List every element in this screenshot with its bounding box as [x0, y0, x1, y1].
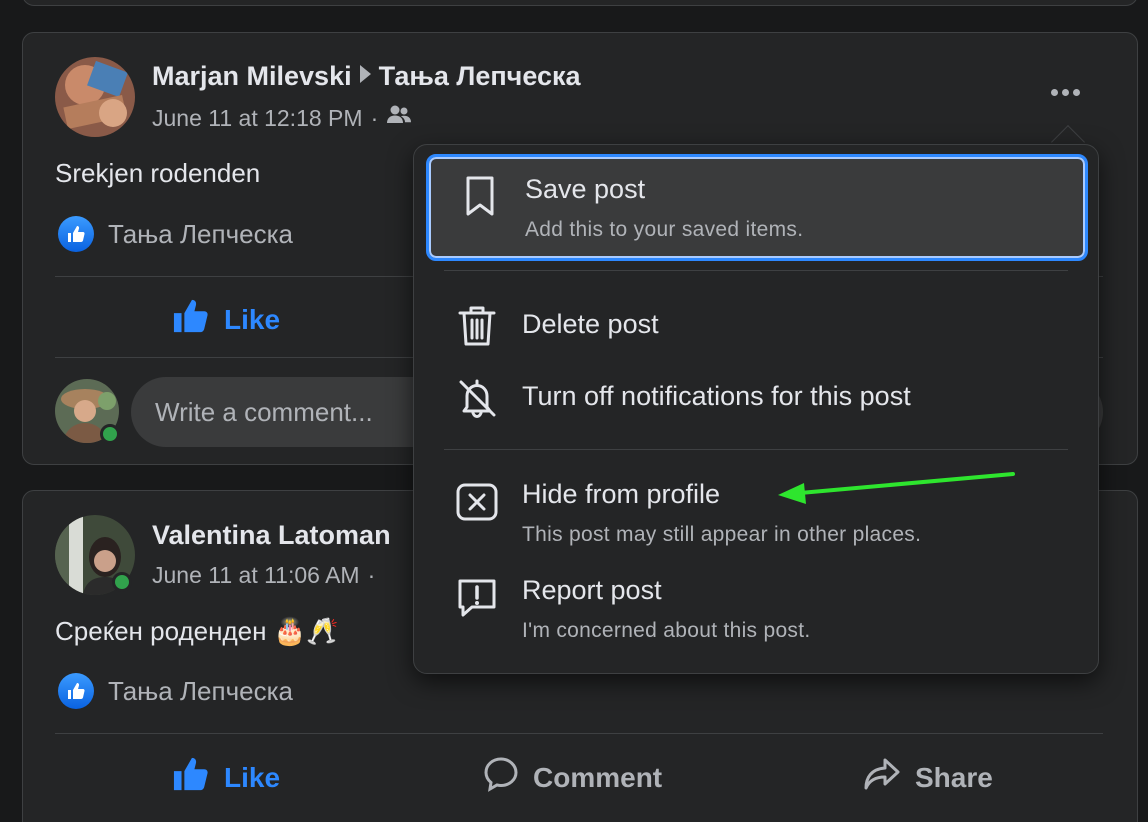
- annotation-arrow: [778, 472, 1015, 504]
